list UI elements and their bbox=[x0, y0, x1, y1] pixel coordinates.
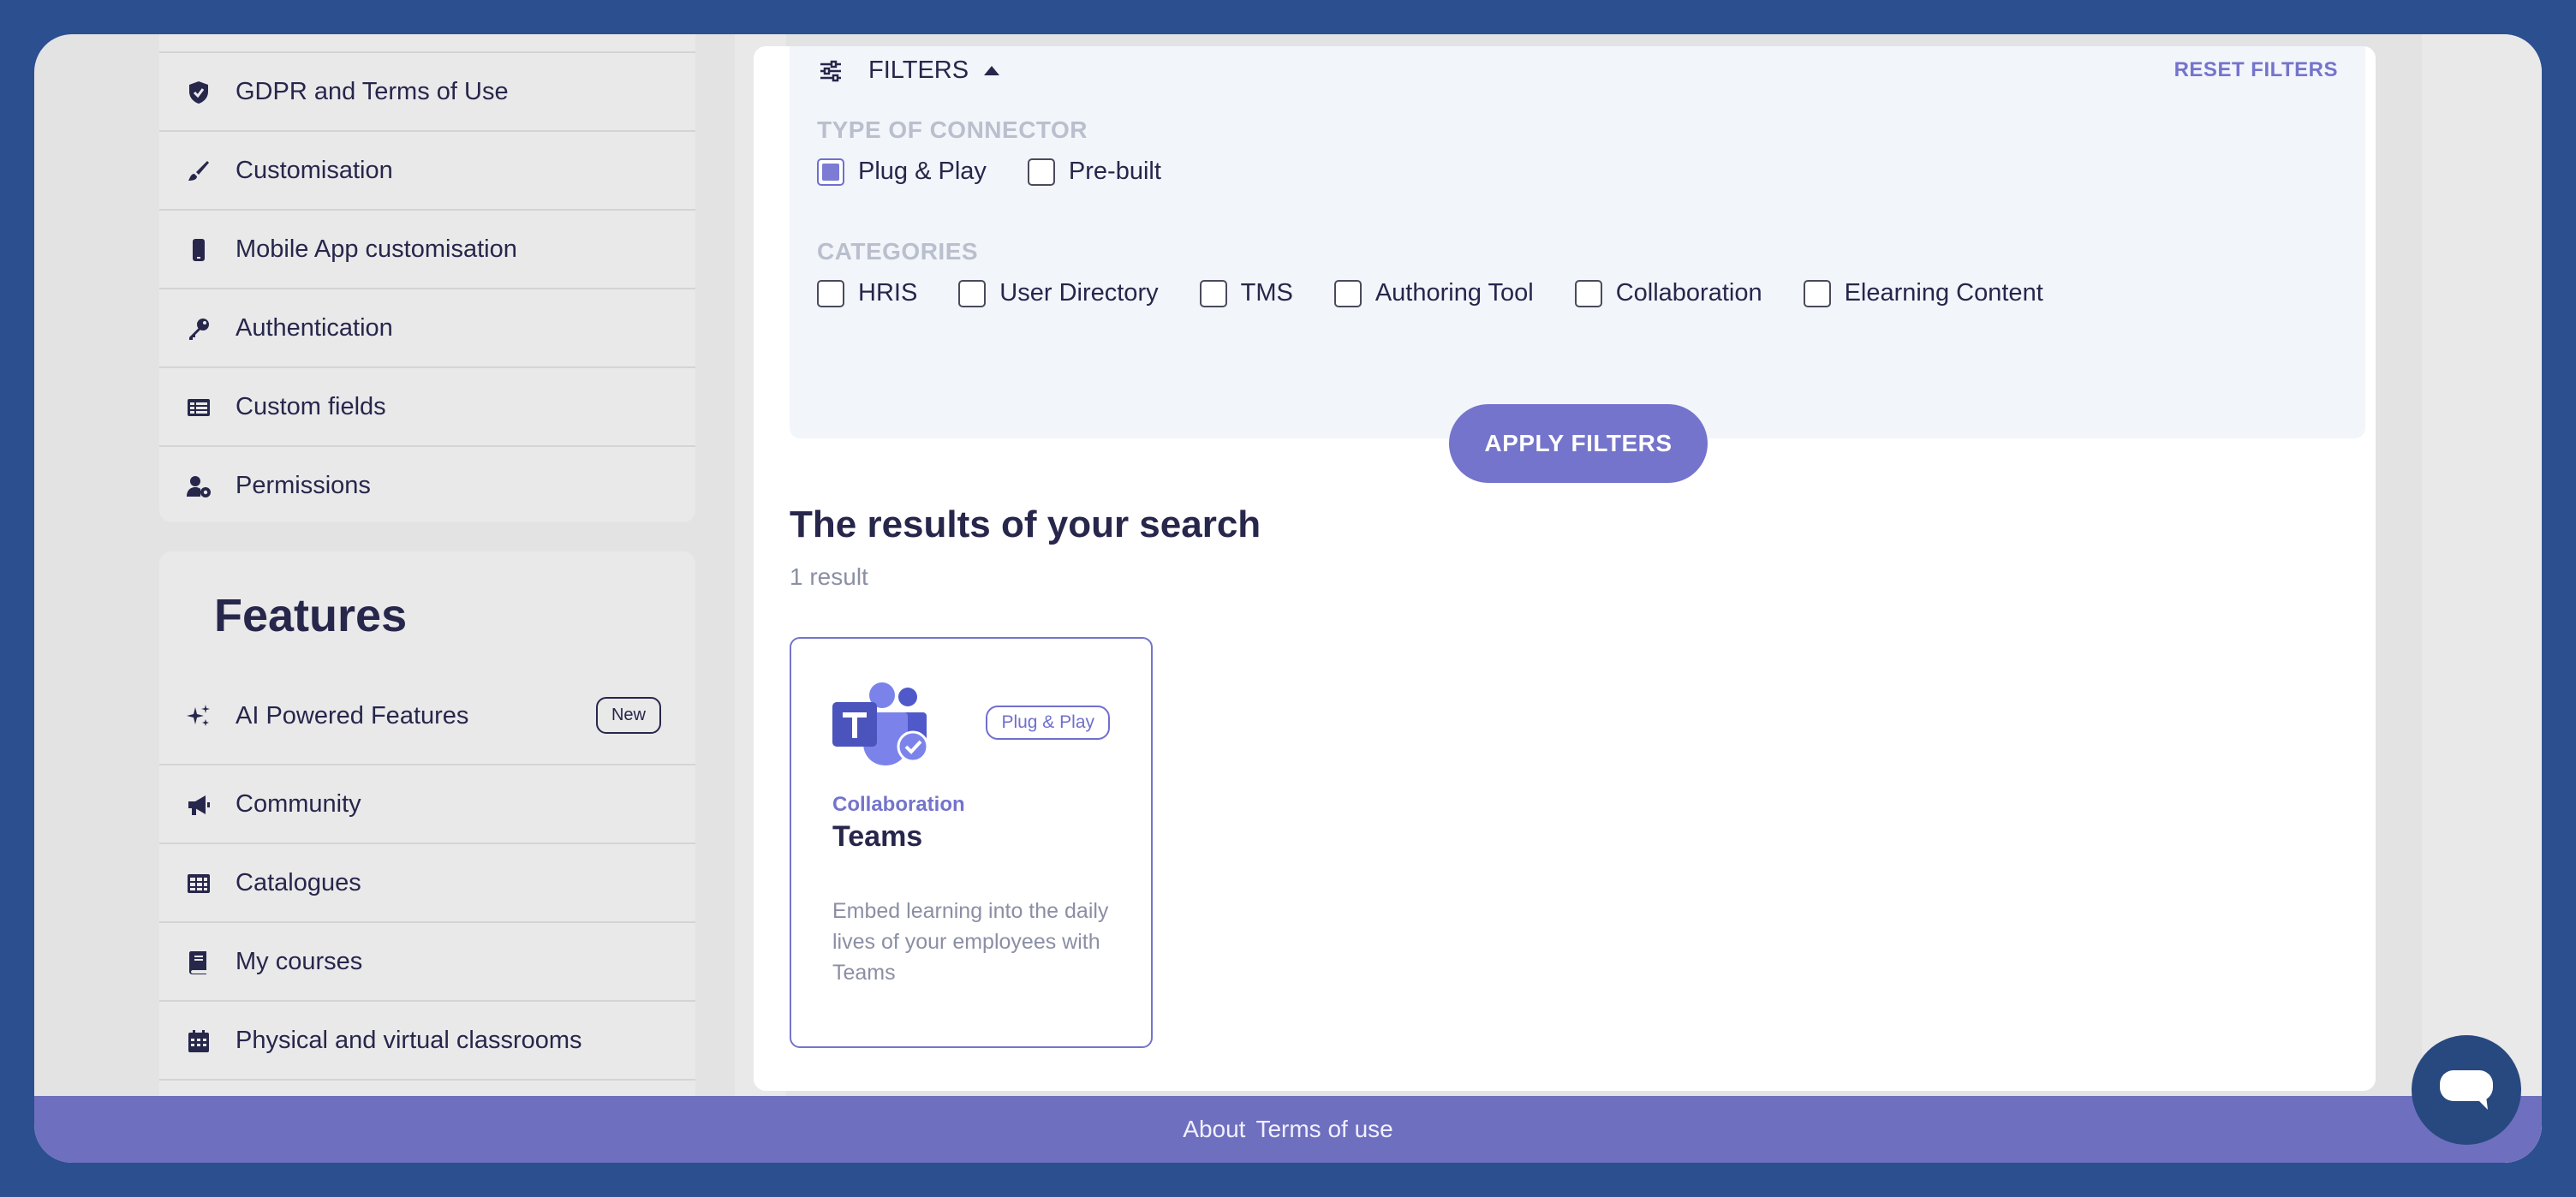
microsoft-teams-logo bbox=[832, 682, 929, 765]
checkbox-label: Pre-built bbox=[1068, 158, 1161, 185]
features-title: Features bbox=[214, 590, 408, 641]
calendar-icon bbox=[185, 1027, 212, 1055]
sidebar-item-mobile-app[interactable]: Mobile App customisation bbox=[159, 209, 695, 288]
checkbox-unchecked[interactable] bbox=[1333, 279, 1362, 307]
checkbox-collaboration[interactable]: Collaboration bbox=[1574, 279, 1762, 307]
categories-label: CATEGORIES bbox=[817, 238, 979, 265]
connector-card-teams[interactable]: Plug & Play Collaboration Teams Embed le… bbox=[790, 637, 1153, 1048]
sidebar-item-label: My courses bbox=[236, 947, 363, 975]
checkbox-label: User Directory bbox=[999, 279, 1159, 307]
checkbox-unchecked[interactable] bbox=[1574, 279, 1602, 307]
chat-bubble-icon bbox=[2440, 1070, 2493, 1110]
checkbox-unchecked[interactable] bbox=[1199, 279, 1227, 307]
sidebar-item-label: AI Powered Features bbox=[236, 701, 469, 730]
user-gear-icon bbox=[185, 473, 212, 500]
sidebar-item-my-courses[interactable]: My courses bbox=[159, 921, 695, 1000]
sidebar-item-label: Catalogues bbox=[236, 868, 361, 896]
card-description: Embed learning into the daily lives of y… bbox=[832, 899, 1109, 985]
sidebar-item-customisation[interactable]: Customisation bbox=[159, 130, 695, 209]
card-category: Collaboration bbox=[832, 793, 965, 816]
checkbox-user-directory[interactable]: User Directory bbox=[958, 279, 1159, 307]
checkbox-unchecked[interactable] bbox=[958, 279, 987, 307]
key-icon bbox=[185, 315, 212, 342]
main-panel: FILTERS RESET FILTERS TYPE OF CONNECTOR … bbox=[754, 46, 2376, 1091]
checkbox-label: Elearning Content bbox=[1844, 279, 2043, 307]
sidebar-item-label: Mobile App customisation bbox=[236, 235, 517, 263]
sidebar-item-ai-features[interactable]: AI Powered Features New bbox=[159, 676, 695, 755]
card-title: Teams bbox=[832, 820, 923, 853]
sidebar-item-label: Permissions bbox=[236, 471, 371, 499]
connector-type-badge: Plug & Play bbox=[986, 706, 1110, 740]
checkbox-label: HRIS bbox=[858, 279, 918, 307]
checkbox-label: Collaboration bbox=[1615, 279, 1762, 307]
sidebar-item-permissions[interactable]: Permissions bbox=[159, 445, 695, 524]
sidebar-item-label: Customisation bbox=[236, 156, 393, 184]
sliders-icon bbox=[820, 60, 841, 81]
sparkles-icon bbox=[185, 702, 212, 730]
book-icon bbox=[185, 949, 212, 976]
checkbox-unchecked[interactable] bbox=[1027, 158, 1055, 186]
sidebar-item-custom-fields[interactable]: Custom fields bbox=[159, 366, 695, 445]
sidebar-item-authentication[interactable]: Authentication bbox=[159, 288, 695, 366]
sidebar-item-gdpr[interactable]: GDPR and Terms of Use bbox=[159, 51, 695, 130]
shield-check-icon bbox=[185, 79, 212, 106]
sidebar-item-classrooms[interactable]: Physical and virtual classrooms bbox=[159, 1000, 695, 1079]
filters-panel: FILTERS RESET FILTERS TYPE OF CONNECTOR … bbox=[790, 46, 2365, 438]
caret-up-icon bbox=[984, 66, 1000, 75]
checkbox-plug-and-play[interactable]: Plug & Play bbox=[817, 158, 987, 186]
right-gutter bbox=[2422, 34, 2542, 1163]
filters-toggle[interactable]: FILTERS bbox=[817, 57, 1000, 85]
results-title: The results of your search bbox=[790, 503, 1261, 545]
sidebar-item-label: Custom fields bbox=[236, 392, 386, 420]
category-options: HRIS User Directory TMS Authoring Tool C… bbox=[817, 279, 2084, 307]
reset-filters-link[interactable]: RESET FILTERS bbox=[2174, 58, 2338, 82]
results-count: 1 result bbox=[790, 563, 868, 590]
checkbox-label: Plug & Play bbox=[858, 158, 987, 185]
sidebar-item-label: GDPR and Terms of Use bbox=[236, 77, 509, 105]
checkbox-checked[interactable] bbox=[817, 158, 844, 186]
checkbox-unchecked[interactable] bbox=[1803, 279, 1831, 307]
sidebar-item-catalogues[interactable]: Catalogues bbox=[159, 843, 695, 921]
connector-type-options: Plug & Play Pre-built bbox=[817, 158, 1202, 186]
checkbox-pre-built[interactable]: Pre-built bbox=[1027, 158, 1161, 186]
checkbox-label: Authoring Tool bbox=[1374, 279, 1534, 307]
settings-sidebar: GDPR and Terms of Use Customisation Mobi… bbox=[159, 34, 695, 522]
checkbox-authoring-tool[interactable]: Authoring Tool bbox=[1333, 279, 1534, 307]
footer: About Terms of use bbox=[34, 1096, 2542, 1163]
filters-label: FILTERS bbox=[868, 57, 969, 84]
table-list-icon bbox=[185, 394, 212, 421]
sidebar-item-community[interactable]: Community bbox=[159, 764, 695, 843]
grid-icon bbox=[185, 870, 212, 897]
mobile-icon bbox=[185, 236, 212, 264]
footer-link-about[interactable]: About bbox=[1183, 1116, 1245, 1143]
checkbox-hris[interactable]: HRIS bbox=[817, 279, 917, 307]
chat-launcher-button[interactable] bbox=[2412, 1035, 2521, 1145]
apply-filters-button[interactable]: APPLY FILTERS bbox=[1449, 404, 1708, 483]
sidebar-item-label: Authentication bbox=[236, 313, 393, 342]
checkbox-label: TMS bbox=[1240, 279, 1293, 307]
new-badge: New bbox=[595, 697, 661, 734]
sidebar-item-label: Physical and virtual classrooms bbox=[236, 1026, 582, 1054]
checkbox-unchecked[interactable] bbox=[817, 279, 844, 307]
footer-link-terms[interactable]: Terms of use bbox=[1255, 1116, 1392, 1143]
paintbrush-icon bbox=[185, 158, 212, 185]
sidebar-item-label: Community bbox=[236, 789, 361, 818]
features-sidebar: Features AI Powered Features New Communi… bbox=[159, 551, 695, 1163]
megaphone-icon bbox=[185, 791, 212, 819]
app-window: GDPR and Terms of Use Customisation Mobi… bbox=[34, 34, 2542, 1163]
checkbox-elearning-content[interactable]: Elearning Content bbox=[1803, 279, 2043, 307]
checkbox-tms[interactable]: TMS bbox=[1199, 279, 1293, 307]
connector-type-label: TYPE OF CONNECTOR bbox=[817, 116, 1088, 143]
